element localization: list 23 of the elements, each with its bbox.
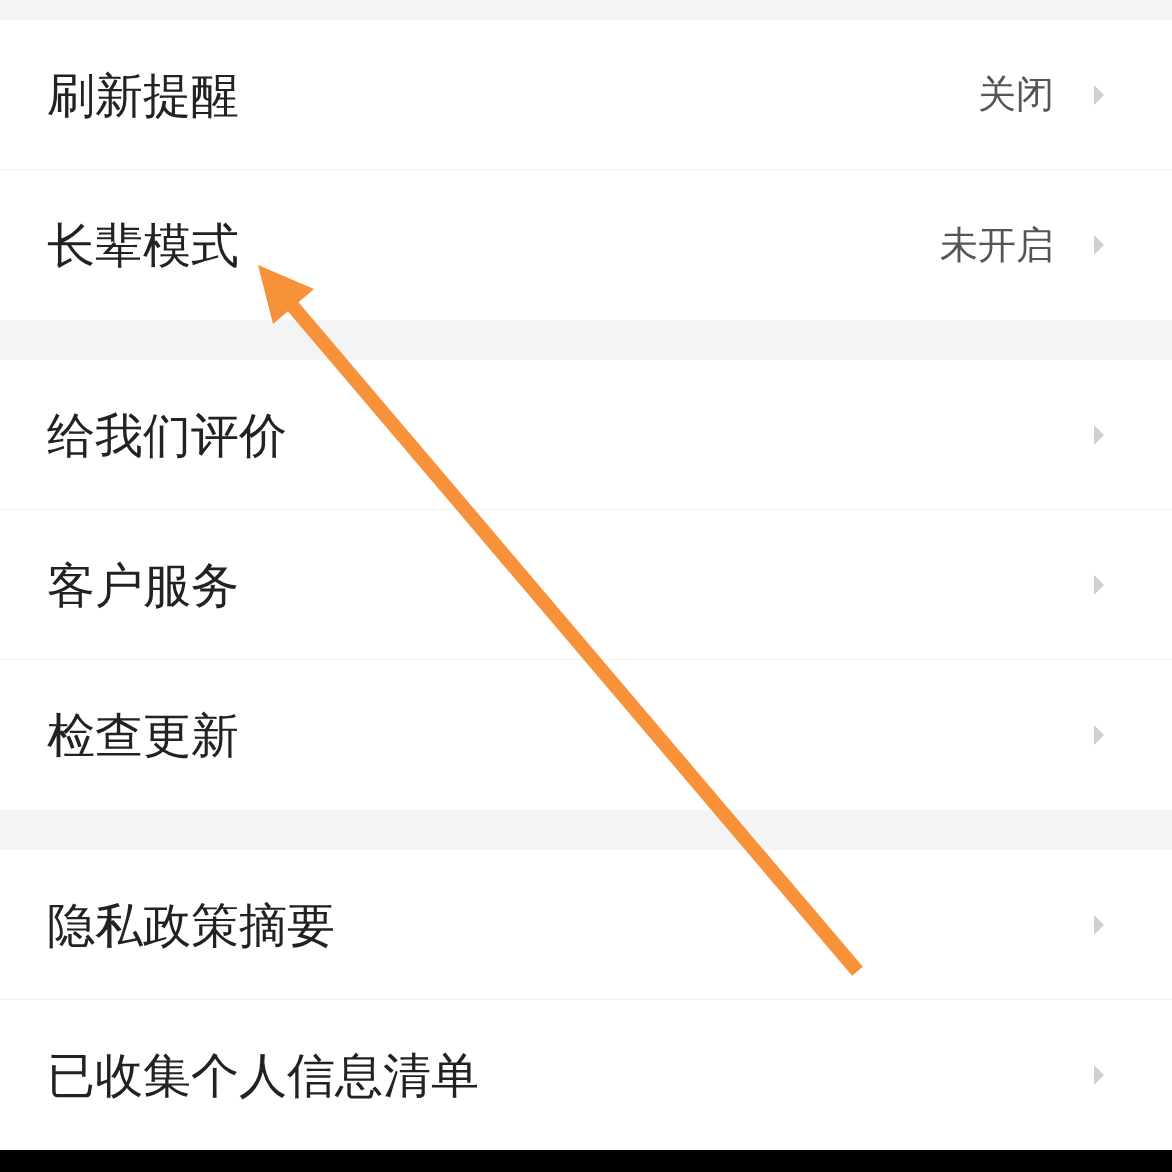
chevron-icon <box>1094 725 1104 745</box>
settings-row[interactable]: 隐私政策摘要 <box>0 850 1172 1000</box>
row-label: 长辈模式 <box>47 216 240 275</box>
settings-row[interactable]: 刷新提醒 关闭 <box>0 20 1172 170</box>
settings-row[interactable]: 长辈模式 未开启 <box>0 170 1172 320</box>
settings-row[interactable]: 给我们评价 <box>0 360 1172 510</box>
chevron-icon <box>1094 914 1104 935</box>
row-label: 隐私政策摘要 <box>47 895 336 955</box>
row-label: 刷新提醒 <box>47 65 240 125</box>
row-value: 关闭 <box>978 71 1054 118</box>
settings-row[interactable]: 检查更新 <box>0 660 1172 810</box>
row-label: 已收集个人信息清单 <box>47 1046 480 1105</box>
chevron-icon <box>1094 424 1104 445</box>
settings-row[interactable]: 客户服务 <box>0 510 1172 660</box>
chevron-icon <box>1094 1065 1104 1085</box>
chevron-icon <box>1094 84 1104 105</box>
settings-row[interactable]: 已收集个人信息清单 <box>0 1000 1172 1150</box>
row-label: 客户服务 <box>47 555 240 615</box>
chevron-icon <box>1094 574 1104 595</box>
row-value: 未开启 <box>940 221 1054 269</box>
row-label: 给我们评价 <box>47 405 288 465</box>
chevron-icon <box>1094 235 1104 255</box>
row-label: 检查更新 <box>47 706 240 765</box>
